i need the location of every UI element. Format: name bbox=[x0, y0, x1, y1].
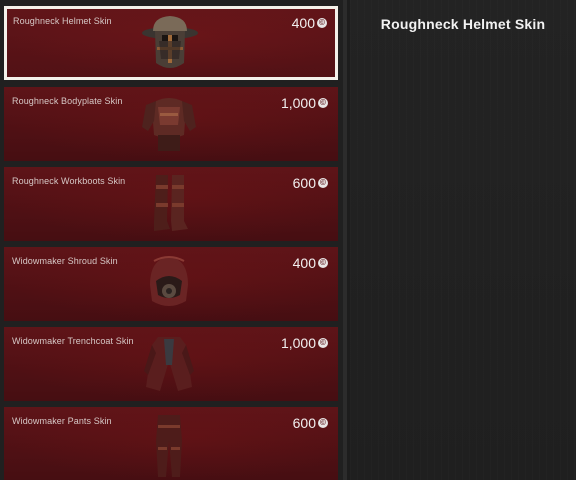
boots-icon bbox=[154, 175, 188, 231]
currency-icon: © bbox=[318, 178, 328, 188]
list-scrollbar[interactable] bbox=[343, 0, 347, 480]
currency-icon: © bbox=[318, 338, 328, 348]
store-item-card[interactable]: Roughneck Helmet Skin 400 © bbox=[4, 6, 338, 80]
detail-title: Roughneck Helmet Skin bbox=[380, 16, 546, 32]
price-value: 400 bbox=[291, 15, 315, 31]
store-item-card[interactable]: Roughneck Bodyplate Skin 1,000 © bbox=[4, 87, 338, 161]
currency-icon: © bbox=[318, 98, 328, 108]
currency-icon: © bbox=[317, 18, 327, 28]
bodyplate-icon bbox=[142, 98, 196, 151]
item-price: 600 © bbox=[293, 175, 328, 191]
price-value: 1,000 bbox=[280, 335, 316, 351]
store-item-card[interactable]: Widowmaker Pants Skin 600 © bbox=[4, 407, 338, 480]
item-name: Roughneck Workboots Skin bbox=[12, 176, 126, 186]
item-price: 400 © bbox=[293, 255, 328, 271]
item-name: Roughneck Bodyplate Skin bbox=[12, 96, 123, 106]
item-detail-panel: Roughneck Helmet Skin bbox=[350, 0, 576, 480]
item-name: Roughneck Helmet Skin bbox=[13, 16, 112, 26]
item-name: Widowmaker Trenchcoat Skin bbox=[12, 336, 134, 346]
store-item-card[interactable]: Roughneck Workboots Skin 600 © bbox=[4, 167, 338, 241]
item-price: 1,000 © bbox=[281, 95, 328, 111]
currency-icon: © bbox=[318, 258, 328, 268]
price-value: 400 bbox=[292, 255, 316, 271]
currency-icon: © bbox=[318, 418, 328, 428]
item-price: 600 © bbox=[293, 415, 328, 431]
trenchcoat-icon bbox=[144, 337, 194, 391]
pants-icon bbox=[156, 415, 182, 477]
helmet-icon bbox=[142, 16, 198, 68]
item-name: Widowmaker Pants Skin bbox=[12, 416, 112, 426]
price-value: 600 bbox=[292, 175, 316, 191]
store-item-card[interactable]: Widowmaker Trenchcoat Skin 1,000 © bbox=[4, 327, 338, 401]
price-value: 600 bbox=[292, 415, 316, 431]
store-item-card[interactable]: Widowmaker Shroud Skin 400 © bbox=[4, 247, 338, 321]
item-price: 400 © bbox=[292, 15, 327, 31]
item-name: Widowmaker Shroud Skin bbox=[12, 256, 118, 266]
hood-icon bbox=[150, 256, 188, 306]
price-value: 1,000 bbox=[280, 95, 316, 111]
item-price: 1,000 © bbox=[281, 335, 328, 351]
store-item-list[interactable]: Roughneck Helmet Skin 400 © Roughneck Bo… bbox=[0, 0, 344, 480]
